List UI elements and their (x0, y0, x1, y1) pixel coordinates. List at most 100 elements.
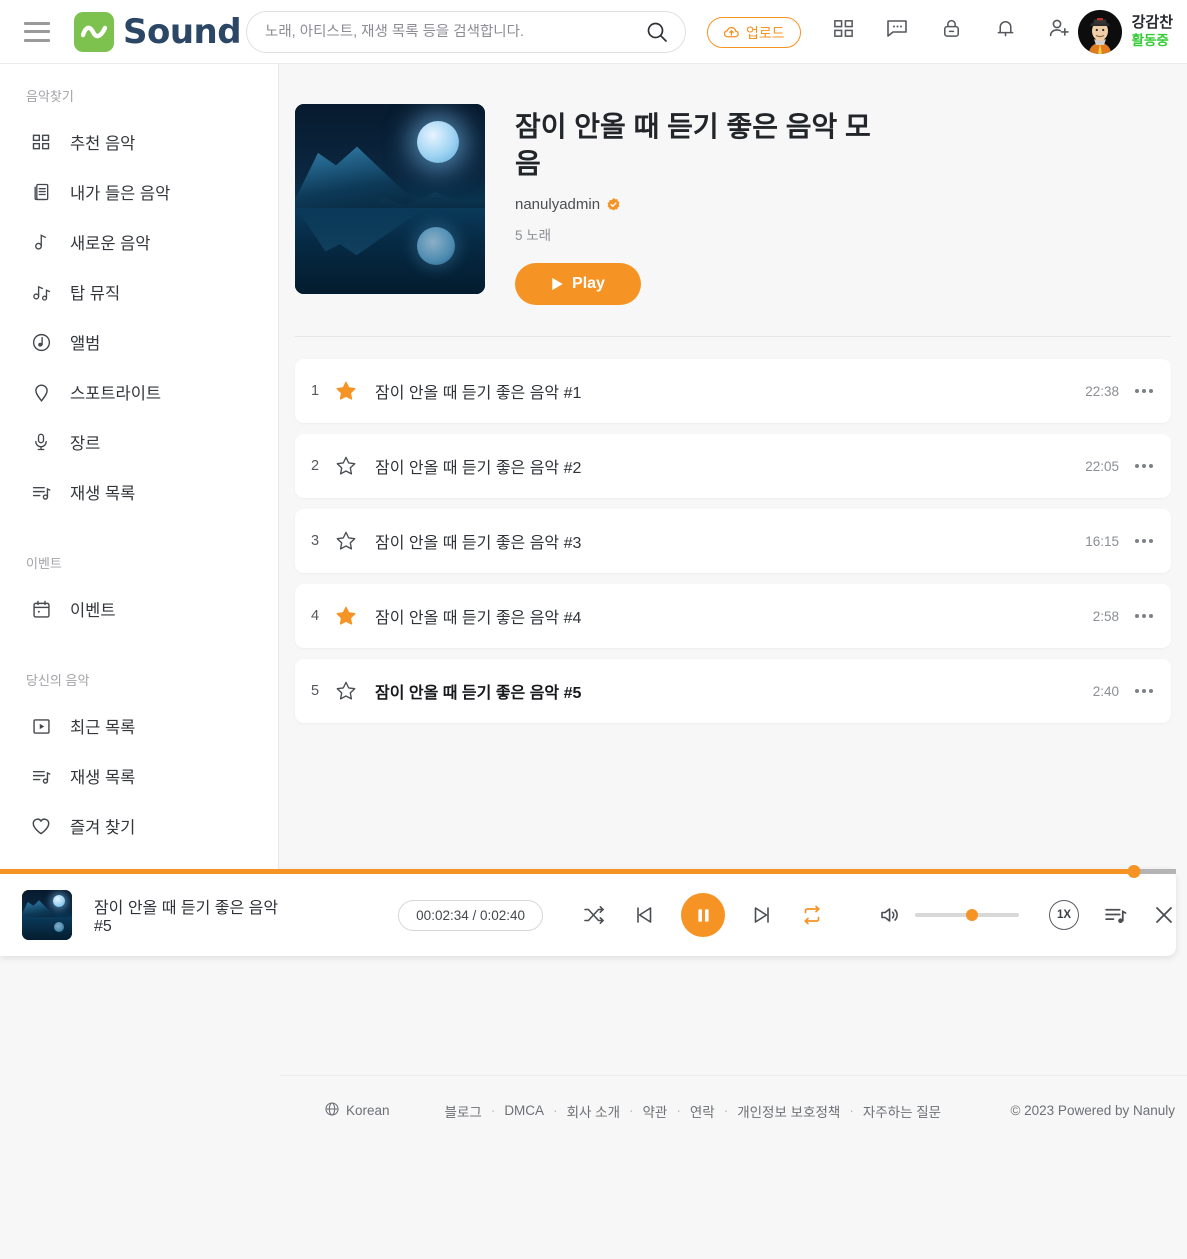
add-user-icon[interactable] (1046, 15, 1072, 41)
volume-icon[interactable] (877, 902, 903, 928)
footer-link-dmca[interactable]: DMCA (504, 1103, 544, 1118)
cover-moon-reflection (417, 227, 455, 265)
chat-icon[interactable] (884, 15, 910, 41)
player-bar: 잠이 안올 때 듣기 좋은 음악 #5 00:02:34 / 0:02:40 1… (0, 865, 1176, 956)
pause-button[interactable] (681, 893, 726, 937)
upload-button[interactable]: 업로드 (707, 17, 801, 48)
sidebar-item-favorites[interactable]: 즐겨 찾기 (0, 801, 278, 851)
copyright: © 2023 Powered by Nanuly (1010, 1103, 1175, 1118)
sidebar-item-new-music[interactable]: 새로운 음악 (0, 217, 278, 267)
music-note-icon (26, 232, 56, 252)
pin-icon (26, 382, 56, 403)
playback-speed-button[interactable]: 1X (1049, 900, 1079, 930)
brand-logo[interactable]: Sound (74, 11, 242, 52)
footer-link-contact[interactable]: 연락 (690, 1101, 715, 1121)
footer-separator: · (676, 1103, 681, 1118)
volume-control (877, 902, 1020, 928)
hamburger-icon[interactable] (24, 21, 50, 42)
table-row[interactable]: 3 잠이 안올 때 듣기 좋은 음악 #3 16:15 (295, 509, 1171, 574)
track-more-icon[interactable] (1135, 539, 1153, 544)
favorite-star-icon[interactable] (335, 530, 369, 552)
footer-separator: · (629, 1103, 634, 1118)
playback-speed-label: 1X (1056, 909, 1072, 921)
table-row[interactable]: 2 잠이 안올 때 듣기 좋은 음악 #2 22:05 (295, 434, 1171, 499)
owner-name: nanulyadmin (515, 196, 601, 214)
close-icon[interactable] (1152, 903, 1176, 927)
footer-link-blog[interactable]: 블로그 (445, 1101, 482, 1121)
pause-icon (697, 908, 709, 922)
search-icon[interactable] (643, 18, 671, 46)
brand-name: Sound (123, 11, 242, 52)
track-title: 잠이 안올 때 듣기 좋은 음악 #4 (375, 610, 582, 628)
footer-link-terms[interactable]: 약관 (643, 1101, 668, 1121)
track-duration: 22:38 (1085, 383, 1119, 399)
next-icon[interactable] (749, 902, 775, 928)
header-icon-group (830, 15, 1072, 41)
track-number: 1 (311, 383, 320, 400)
play-triangle-icon (552, 278, 563, 291)
bell-icon[interactable] (992, 15, 1018, 41)
track-duration: 2:40 (1092, 683, 1119, 699)
play-playlist-button[interactable]: Play (515, 263, 641, 306)
volume-slider[interactable] (915, 909, 1020, 921)
track-list: 1 잠이 안올 때 듣기 좋은 음악 #1 22:38 2 잠이 안올 때 듣기… (295, 359, 1171, 724)
sidebar-item-albums[interactable]: 앨범 (0, 317, 278, 367)
sidebar-item-label: 내가 들은 음악 (70, 185, 171, 203)
track-more-icon[interactable] (1135, 689, 1153, 694)
grid-icon[interactable] (830, 15, 856, 41)
table-row[interactable]: 5 잠이 안올 때 듣기 좋은 음악 #5 2:40 (295, 659, 1171, 724)
cover-lake (295, 208, 485, 294)
sidebar: 음악찾기 추천 음악 내가 들은 음악 새로운 음악 탑 뮤직 앨범 스포트라이… (0, 64, 279, 869)
thumb-moon-reflection (53, 922, 64, 932)
thumb-lake (22, 917, 72, 940)
sidebar-item-recommended[interactable]: 추천 음악 (0, 117, 278, 167)
footer-link-about[interactable]: 회사 소개 (567, 1101, 620, 1121)
table-row[interactable]: 4 잠이 안올 때 듣기 좋은 음악 #4 2:58 (295, 584, 1171, 649)
playlist-icon (26, 766, 56, 787)
sidebar-item-event[interactable]: 이벤트 (0, 584, 278, 634)
track-more-icon[interactable] (1135, 389, 1153, 394)
playlist-owner[interactable]: nanulyadmin (515, 196, 880, 213)
search-bar[interactable] (246, 11, 686, 53)
cover-moon (417, 121, 459, 163)
now-playing-thumbnail[interactable] (22, 890, 72, 940)
favorite-star-icon[interactable] (335, 380, 369, 402)
sidebar-item-history[interactable]: 내가 들은 음악 (0, 167, 278, 217)
play-box-icon (26, 716, 56, 737)
track-more-icon[interactable] (1135, 464, 1153, 469)
favorite-star-icon[interactable] (335, 680, 369, 702)
lock-icon[interactable] (938, 15, 964, 41)
user-status: 활동중 (1131, 32, 1169, 48)
sidebar-item-label: 탑 뮤직 (70, 285, 121, 303)
repeat-icon[interactable] (799, 902, 825, 928)
favorite-star-icon[interactable] (335, 455, 369, 477)
thumb-moon (52, 895, 65, 907)
sidebar-item-spotlight[interactable]: 스포트라이트 (0, 367, 278, 417)
microphone-icon (26, 432, 56, 452)
sidebar-item-recent[interactable]: 최근 목록 (0, 701, 278, 751)
playlist-icon (26, 482, 56, 503)
sidebar-item-top-music[interactable]: 탑 뮤직 (0, 267, 278, 317)
sidebar-item-label: 재생 목록 (70, 769, 136, 787)
sidebar-item-label: 추천 음악 (70, 135, 136, 153)
favorite-star-icon[interactable] (335, 605, 369, 627)
footer-link-faq[interactable]: 자주하는 질문 (863, 1101, 941, 1121)
sidebar-item-playlists-discover[interactable]: 재생 목록 (0, 467, 278, 517)
sidebar-item-label: 장르 (70, 435, 101, 453)
track-more-icon[interactable] (1135, 614, 1153, 619)
shuffle-icon[interactable] (581, 902, 607, 928)
language-selector[interactable]: Korean (324, 1101, 390, 1120)
sidebar-item-genres[interactable]: 장르 (0, 417, 278, 467)
sidebar-item-playlists[interactable]: 재생 목록 (0, 751, 278, 801)
volume-thumb[interactable] (966, 909, 979, 921)
user-profile[interactable]: 강감찬 활동중 (1077, 10, 1173, 54)
search-input[interactable] (265, 24, 643, 40)
previous-icon[interactable] (631, 902, 657, 928)
table-row[interactable]: 1 잠이 안올 때 듣기 좋은 음악 #1 22:38 (295, 359, 1171, 424)
track-title: 잠이 안올 때 듣기 좋은 음악 #1 (375, 385, 582, 403)
footer-link-privacy[interactable]: 개인정보 보호정책 (737, 1101, 840, 1121)
queue-icon[interactable] (1103, 903, 1128, 928)
playlist-cover-art[interactable] (295, 104, 485, 294)
sidebar-item-label: 재생 목록 (70, 485, 136, 503)
